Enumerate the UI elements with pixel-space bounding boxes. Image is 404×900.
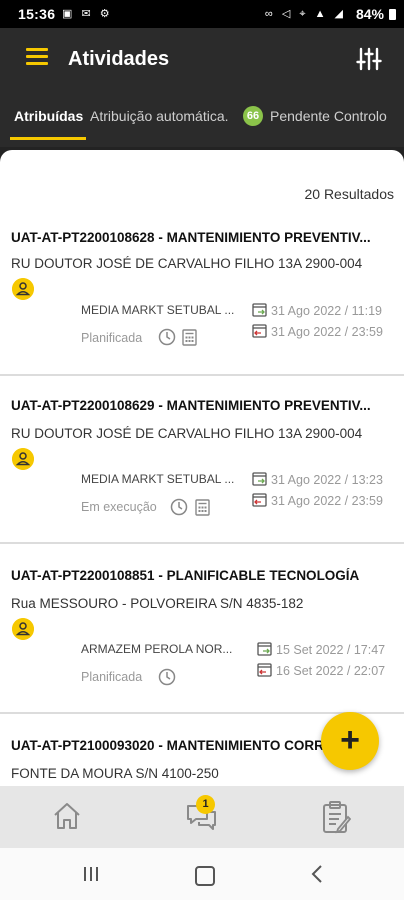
clipboard-icon[interactable] bbox=[321, 800, 351, 834]
technician-icon bbox=[12, 448, 34, 470]
tab-atribuicao-automatica[interactable]: Atribuição automática. bbox=[90, 108, 229, 124]
store-name: MEDIA MARKT SETUBAL ... bbox=[81, 472, 235, 486]
calendar-start-icon bbox=[257, 642, 272, 656]
calendar-end-icon bbox=[257, 663, 272, 677]
notification-icons: ▣ ✉ ⚙ bbox=[62, 8, 113, 20]
store-name: ARMAZEM PEROLA NOR... bbox=[81, 642, 233, 656]
app-bar: Atividades bbox=[0, 28, 404, 92]
activity-title: UAT-AT-PT2200108629 - MANTENIMIENTO PREV… bbox=[11, 398, 371, 413]
bottom-nav: 1 bbox=[0, 786, 404, 848]
menu-icon[interactable] bbox=[26, 48, 48, 66]
calendar-start-icon bbox=[252, 472, 267, 486]
activity-card[interactable]: UAT-AT-PT2200108629 - MANTENIMIENTO PREV… bbox=[0, 376, 404, 544]
sliders-icon[interactable] bbox=[356, 46, 382, 72]
page-title: Atividades bbox=[68, 48, 170, 70]
technician-icon bbox=[12, 618, 34, 640]
store-name: MEDIA MARKT SETUBAL ... bbox=[81, 303, 235, 317]
activity-state: Em execução bbox=[81, 500, 157, 514]
clock-icon bbox=[158, 328, 176, 346]
tab-atribuidas[interactable]: Atribuídas bbox=[14, 108, 83, 124]
activity-state: Planificada bbox=[81, 331, 143, 345]
recent-apps-icon[interactable] bbox=[82, 866, 100, 882]
active-tab-indicator bbox=[10, 137, 86, 140]
activity-address: RU DOUTOR JOSÉ DE CARVALHO FILHO 13A 290… bbox=[11, 426, 363, 441]
status-bar: 15:36 ▣ ✉ ⚙ ∞ ◁ ⌖ ▲ ◢ 84% bbox=[0, 0, 404, 28]
activity-address: RU DOUTOR JOSÉ DE CARVALHO FILHO 13A 290… bbox=[11, 256, 363, 271]
tab-bar: Atribuídas Atribuição automática. 66 Pen… bbox=[0, 92, 404, 147]
technician-icon bbox=[12, 278, 34, 300]
start-date: 15 Set 2022 / 17:47 bbox=[276, 643, 386, 657]
clock-icon bbox=[170, 498, 188, 516]
end-date: 31 Ago 2022 / 23:59 bbox=[271, 325, 383, 339]
tab-pendente-controlo[interactable]: Pendente Controlo bbox=[243, 108, 387, 124]
calendar-end-icon bbox=[252, 493, 267, 507]
start-date: 31 Ago 2022 / 13:23 bbox=[271, 473, 383, 487]
calendar-start-icon bbox=[252, 303, 267, 317]
calculator-icon bbox=[195, 499, 210, 516]
system-icons: ∞ ◁ ⌖ ▲ ◢ bbox=[264, 8, 346, 20]
calendar-end-icon bbox=[252, 324, 267, 338]
home-icon[interactable] bbox=[51, 800, 83, 832]
chat-badge: 1 bbox=[196, 795, 215, 814]
activity-address: FONTE DA MOURA S/N 4100-250 bbox=[11, 766, 219, 781]
add-activity-button[interactable]: + bbox=[321, 712, 379, 770]
activity-title: UAT-AT-PT2200108628 - MANTENIMIENTO PREV… bbox=[11, 230, 371, 245]
activity-state: Planificada bbox=[81, 670, 143, 684]
activity-list: 20 Resultados UAT-AT-PT2200108628 - MANT… bbox=[0, 150, 404, 786]
home-button-icon[interactable] bbox=[195, 866, 215, 886]
activity-card[interactable]: UAT-AT-PT2200108628 - MANTENIMIENTO PREV… bbox=[0, 210, 404, 376]
activity-card[interactable]: UAT-AT-PT2200108851 - PLANIFICABLE TECNO… bbox=[0, 544, 404, 714]
back-icon[interactable] bbox=[310, 864, 324, 884]
status-time: 15:36 bbox=[18, 6, 56, 22]
end-date: 31 Ago 2022 / 23:59 bbox=[271, 494, 383, 508]
clock-icon bbox=[158, 668, 176, 686]
tab-pendente-label: Pendente Controlo bbox=[270, 108, 387, 124]
results-count: 20 Resultados bbox=[304, 186, 394, 202]
activity-address: Rua MESSOURO - POLVOREIRA S/N 4835-182 bbox=[11, 596, 304, 611]
plus-icon: + bbox=[340, 721, 360, 759]
start-date: 31 Ago 2022 / 11:19 bbox=[271, 304, 382, 318]
activity-title: UAT-AT-PT2200108851 - PLANIFICABLE TECNO… bbox=[11, 568, 360, 583]
battery-level: 84% bbox=[355, 6, 384, 22]
end-date: 16 Set 2022 / 22:07 bbox=[276, 664, 386, 678]
battery-icon bbox=[389, 9, 396, 20]
calculator-icon bbox=[182, 329, 197, 346]
system-nav-bar bbox=[0, 848, 404, 900]
